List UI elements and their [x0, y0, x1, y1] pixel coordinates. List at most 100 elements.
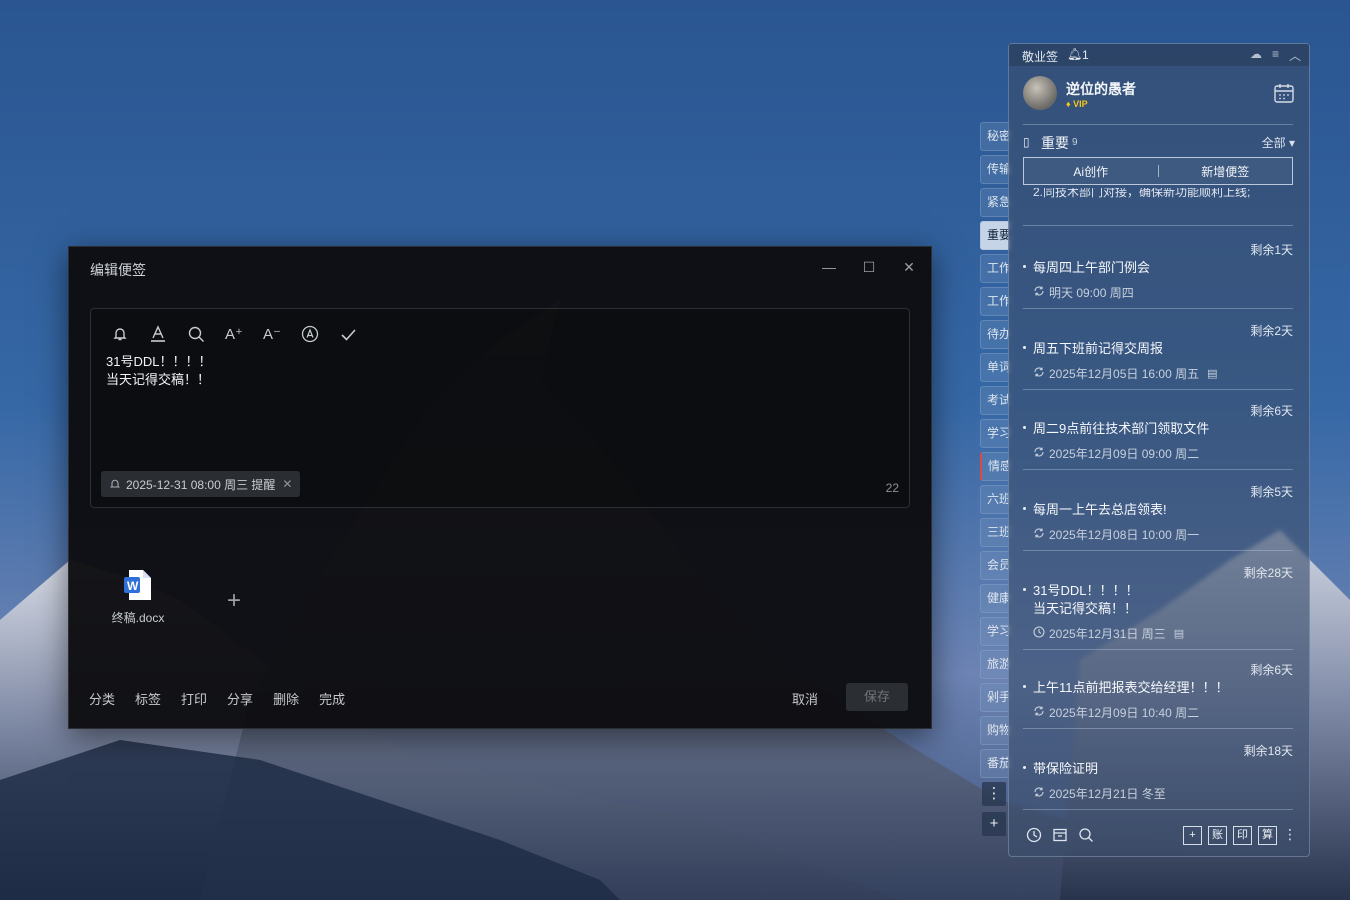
text-color-icon[interactable] — [145, 321, 171, 347]
calculator-button[interactable]: 算 — [1258, 826, 1277, 845]
note-time: 2025年12月31日 周三 — [1049, 627, 1166, 641]
app-name: 敬业签 — [1022, 50, 1059, 64]
days-remaining: 剩余6天 — [1250, 404, 1293, 418]
category-tab[interactable]: 传输 — [980, 155, 1010, 184]
stamp-button[interactable]: 印 — [1233, 826, 1252, 845]
note-time-row: 2025年12月08日 10:00 周一 — [1033, 526, 1199, 543]
days-remaining: 剩余6天 — [1250, 663, 1293, 677]
bullet — [1023, 766, 1026, 769]
delete-button[interactable]: 删除 — [273, 689, 299, 708]
character-count: 22 — [885, 481, 899, 495]
close-button[interactable]: ✕ — [899, 257, 919, 277]
note-time: 2025年12月09日 09:00 周二 — [1049, 447, 1200, 461]
category-tab[interactable]: 六班 — [980, 485, 1010, 514]
category-tab[interactable]: 秘密 — [980, 122, 1010, 151]
menu-icon[interactable]: ≡ — [1272, 47, 1279, 64]
minimize-button[interactable]: — — [819, 257, 839, 277]
avatar[interactable] — [1023, 76, 1057, 110]
add-tool-button[interactable]: + — [1183, 826, 1202, 845]
note-time-row: 2025年12月21日 冬至 — [1033, 785, 1166, 802]
bookmark-icon: ▯ — [1023, 135, 1030, 149]
tag-button[interactable]: 标签 — [135, 689, 161, 708]
ai-create-button[interactable]: Ai创作 — [1024, 163, 1158, 180]
note-time-row: 2025年12月31日 周三 ▤ — [1033, 625, 1184, 642]
add-category-button[interactable]: + — [982, 812, 1006, 836]
category-tab[interactable]: 重要 — [980, 221, 1010, 250]
note-title: 每周一上午去总店领表! — [1033, 502, 1167, 517]
search-icon[interactable] — [183, 321, 209, 347]
category-tab[interactable]: 剁手 — [980, 683, 1010, 712]
category-header: ▯ 重要 9 全部 ▾ — [1023, 133, 1295, 153]
cloud-sync-icon[interactable]: ☁ — [1250, 47, 1262, 64]
category-tab[interactable]: 三班 — [980, 518, 1010, 547]
note-title: 上午11点前把报表交给经理！！！ — [1033, 680, 1229, 695]
category-tab[interactable]: 购物 — [980, 716, 1010, 745]
bell-icon — [109, 479, 121, 488]
bullet — [1023, 426, 1026, 429]
category-tab[interactable]: 工作 — [980, 287, 1010, 316]
add-attachment-button[interactable]: + — [227, 587, 241, 615]
archive-icon[interactable] — [1052, 827, 1068, 846]
remove-reminder-icon[interactable]: ✕ — [282, 477, 292, 491]
cancel-button[interactable]: 取消 — [792, 689, 818, 708]
category-tab[interactable]: 单词 — [980, 353, 1010, 382]
collapse-icon[interactable]: ︿ — [1289, 47, 1301, 64]
category-tab[interactable]: 工作 — [980, 254, 1010, 283]
note-content[interactable]: 31号DDL！！！！ 当天记得交稿！！ — [106, 353, 211, 389]
calendar-icon[interactable] — [1273, 82, 1295, 109]
bell-icon[interactable] — [107, 321, 133, 347]
editor-toolbar: A⁺ A⁻ — [107, 321, 361, 347]
notification-count: 1 — [1082, 48, 1089, 62]
note-time-row: 2025年12月09日 09:00 周二 — [1033, 445, 1199, 462]
search-icon[interactable] — [1078, 827, 1094, 846]
print-button[interactable]: 打印 — [181, 689, 207, 708]
complete-button[interactable]: 完成 — [319, 689, 345, 708]
titlebar-icons: ☁ ≡ ︿ — [1250, 47, 1301, 64]
category-tab[interactable]: 待办 — [980, 320, 1010, 349]
reminder-chip[interactable]: 2025-12-31 08:00 周三 提醒 ✕ — [101, 471, 301, 497]
truncated-note[interactable]: 2.同技术部门对接，确保新功能顺利上线; — [1033, 188, 1293, 208]
note-editor-area[interactable]: A⁺ A⁻ 31号DDL！！！！ 当天记得交稿！！ 2025-12-31 08:… — [90, 308, 910, 508]
category-tab[interactable]: 学习 — [980, 419, 1010, 448]
notification-bell-icon[interactable]: 🔔︎ — [1067, 47, 1082, 61]
note-title: 31号DDL！！！！ 当天记得交稿！！ — [1033, 583, 1139, 616]
category-tab[interactable]: 会员 — [980, 551, 1010, 580]
category-tab[interactable]: 学习 — [980, 617, 1010, 646]
calendar-flag-icon: ▤ — [1173, 628, 1185, 640]
divider — [1023, 308, 1293, 309]
category-tab[interactable]: 健康 — [980, 584, 1010, 613]
attachment-name: 终稿.docx — [111, 611, 165, 625]
note-time: 明天 09:00 周四 — [1049, 286, 1134, 300]
clock-icon — [1033, 626, 1045, 641]
repeat-icon — [1033, 527, 1045, 542]
category-button[interactable]: 分类 — [89, 689, 115, 708]
category-tab[interactable]: 紧急 — [980, 188, 1010, 217]
more-icon[interactable]: ⋮ — [1283, 826, 1297, 845]
truncated-note-text: 2.同技术部门对接，确保新功能顺利上线; — [1033, 188, 1251, 199]
category-name: 重要 — [1041, 135, 1069, 151]
maximize-button[interactable]: ☐ — [859, 257, 879, 277]
note-title: 周二9点前往技术部门领取文件 — [1033, 421, 1210, 436]
category-tab[interactable]: 考试 — [980, 386, 1010, 415]
auto-format-icon[interactable] — [297, 321, 323, 347]
save-button[interactable]: 保存 — [846, 683, 908, 711]
checkmark-icon[interactable] — [335, 321, 361, 347]
word-icon-letter: W — [127, 579, 139, 593]
more-categories-button[interactable]: ⋮ — [982, 782, 1006, 806]
share-button[interactable]: 分享 — [227, 689, 253, 708]
attachment-file[interactable]: W 终稿.docx — [99, 569, 177, 626]
ledger-button[interactable]: 账 — [1208, 826, 1227, 845]
note-title: 每周四上午部门例会 — [1033, 260, 1151, 275]
divider — [1023, 809, 1293, 810]
clock-icon[interactable] — [1026, 827, 1042, 846]
category-tab[interactable]: 番茄 — [980, 749, 1010, 778]
filter-dropdown[interactable]: 全部 ▾ — [1262, 134, 1295, 151]
note-time-row: 2025年12月05日 16:00 周五 ▤ — [1033, 365, 1218, 382]
word-document-icon: W — [123, 569, 153, 601]
category-tab[interactable]: 情感 — [980, 452, 1010, 481]
days-remaining: 剩余5天 — [1250, 485, 1293, 499]
font-decrease-icon[interactable]: A⁻ — [259, 321, 285, 347]
new-note-button[interactable]: 新增便签 — [1159, 163, 1293, 180]
font-increase-icon[interactable]: A⁺ — [221, 321, 247, 347]
category-tab[interactable]: 旅游 — [980, 650, 1010, 679]
